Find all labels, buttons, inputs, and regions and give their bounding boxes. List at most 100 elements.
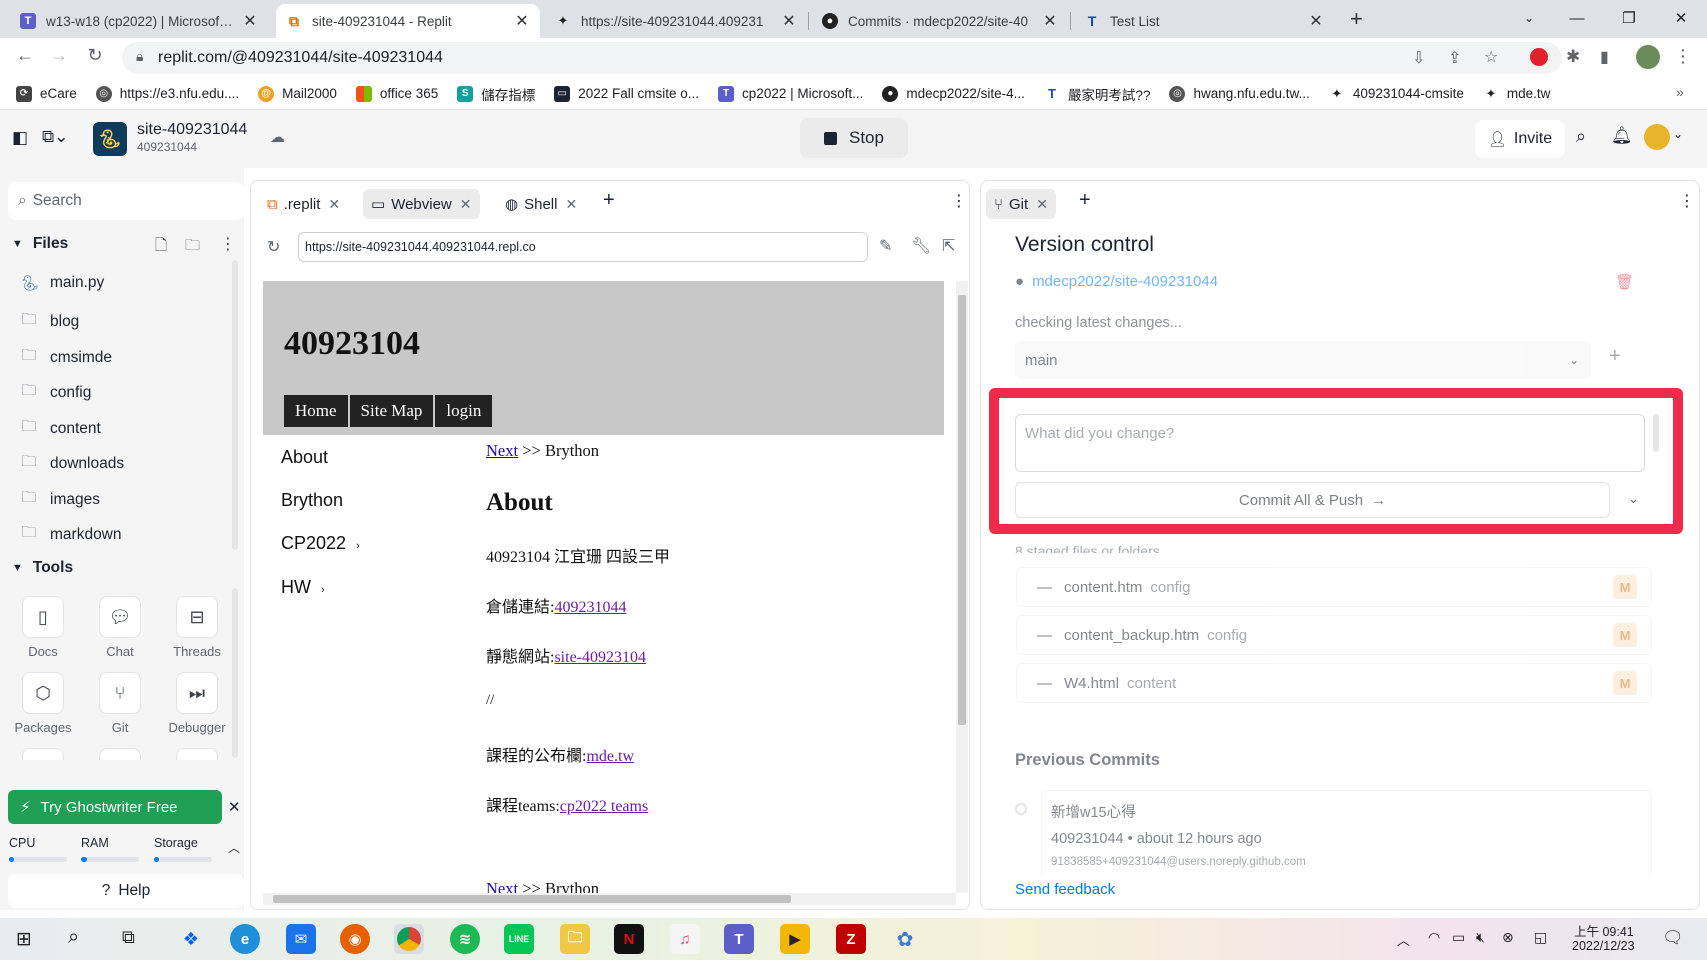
bookmark-item[interactable]: Tcp2022 | Microsoft... [718, 85, 863, 102]
repl-owner[interactable]: 409231044 [137, 140, 197, 154]
mail-icon[interactable]: ✉ [286, 924, 316, 954]
install-icon[interactable]: ⇩ [1412, 48, 1425, 68]
unstage-icon[interactable]: — [1037, 579, 1052, 596]
trash-icon[interactable]: 🗑︎ [1615, 273, 1634, 291]
commit-card[interactable]: 新增w15心得 409231044 • about 12 hours ago 9… [1041, 790, 1652, 876]
edge-icon[interactable]: e [230, 924, 260, 954]
browser-tab-github[interactable]: ● Commits · mdecp2022/site-40 ✕ [812, 4, 1068, 38]
bookmark-item[interactable]: ◎ hwang.nfu.edu.tw... [1169, 85, 1310, 102]
sidepanel-icon[interactable]: ▮ [1600, 47, 1609, 67]
tab-search-icon[interactable]: ⌄ [1506, 0, 1552, 36]
shell-tool-icon[interactable] [22, 748, 64, 760]
board-link[interactable]: mde.tw [586, 748, 634, 765]
horizontal-scrollbar[interactable] [263, 893, 956, 905]
search-icon[interactable]: ⌕ [1576, 126, 1586, 147]
send-feedback-link[interactable]: Send feedback [1015, 881, 1115, 898]
browser-tab-replit[interactable]: ⧉ site-409231044 - Replit ✕ [276, 4, 540, 38]
site-nav-sitemap[interactable]: Site Map [349, 395, 434, 427]
tool-packages[interactable]: ⬡ Packages [8, 672, 78, 735]
bookmark-item[interactable]: office 365 [355, 85, 438, 102]
bookmark-star-icon[interactable]: ☆ [1484, 47, 1498, 67]
stop-button[interactable]: Stop [800, 118, 908, 158]
battery-icon[interactable]: ▭ [1452, 929, 1465, 946]
teams-link[interactable]: cp2022 teams [560, 798, 648, 815]
commit-push-button[interactable]: Commit All & Push → [1015, 482, 1610, 518]
folder-item[interactable]: 🗀 cmsimde [20, 345, 112, 370]
static-site-link[interactable]: site-40923104 [554, 649, 646, 666]
new-folder-icon[interactable]: 🗀 [185, 235, 200, 260]
input-method-icon[interactable]: ◱ [1534, 929, 1547, 946]
add-tab-icon[interactable]: + [603, 189, 615, 212]
task-view-icon[interactable]: ⧉ [122, 927, 135, 948]
ghostwriter-button[interactable]: ⚡︎ Try Ghostwriter Free [8, 790, 222, 824]
more-options-icon[interactable]: ⋮ [951, 191, 967, 211]
close-icon[interactable]: ✕ [781, 11, 797, 31]
console-tool-icon[interactable] [99, 748, 141, 760]
tab-shell[interactable]: ◍ Shell ✕ [497, 189, 585, 219]
next-link[interactable]: Next [486, 879, 518, 893]
more-bookmarks-icon[interactable]: » [1676, 84, 1684, 100]
close-icon[interactable]: ✕ [460, 196, 472, 213]
chevron-down-icon[interactable]: ⌄ [1673, 127, 1683, 141]
devtools-icon[interactable]: 🔧︎ [911, 236, 931, 256]
bookmark-item[interactable]: S 儲存指標 [457, 84, 535, 104]
url-bar[interactable]: 🔒︎ replit.com/@409231044/site-409231044 … [122, 42, 1562, 74]
help-button[interactable]: ? Help [8, 874, 244, 908]
wifi-icon[interactable]: ◠ [1428, 929, 1440, 946]
bookmark-item[interactable]: ⟳ eCare [16, 85, 77, 102]
chevron-up-icon[interactable]: ︿ [228, 839, 240, 856]
close-icon[interactable]: ✕ [328, 196, 340, 213]
new-tab-button[interactable]: + [1350, 6, 1363, 32]
files-section-header[interactable]: ▼ Files [12, 235, 68, 253]
bookmark-item[interactable]: ✦ mde.tw [1482, 85, 1550, 102]
chrome-menu-icon[interactable]: ⋮ [1674, 46, 1692, 67]
dropbox-icon[interactable]: ❖ [176, 924, 206, 954]
search-icon[interactable]: ⌕ [68, 926, 79, 949]
repl-name[interactable]: site-409231044 [137, 121, 247, 139]
filezilla-icon[interactable]: Z [836, 924, 866, 954]
branch-select[interactable]: main ⌄ [1015, 341, 1591, 379]
commit-message-input[interactable]: What did you change? [1015, 414, 1645, 472]
minimize-icon[interactable]: — [1554, 0, 1600, 36]
folder-item[interactable]: 🗀 blog [20, 309, 79, 334]
staged-file-row[interactable]: — W4.html content M [1016, 663, 1652, 703]
site-menu-cp2022[interactable]: CP2022 › [281, 533, 360, 554]
media-player-icon[interactable]: ▶ [780, 924, 810, 954]
volume-muted-icon[interactable]: 🔇︎ [1476, 929, 1485, 946]
more-options-icon[interactable]: ⋮ [220, 234, 236, 254]
sidebar-toggle-icon[interactable]: ◧ [12, 128, 28, 148]
forward-icon[interactable]: → [44, 45, 74, 66]
next-link[interactable]: Next [486, 441, 518, 460]
maximize-icon[interactable]: ❐ [1606, 0, 1652, 36]
close-icon[interactable]: ✕ [1308, 11, 1324, 31]
tool-git[interactable]: ⑂ Git [85, 672, 155, 735]
netflix-icon[interactable]: N [614, 924, 644, 954]
site-nav-home[interactable]: Home [284, 395, 348, 427]
replit-logo-icon[interactable]: ⧉⌄ [42, 127, 68, 147]
staged-file-row[interactable]: — content.htm config M [1016, 567, 1652, 607]
file-explorer-icon[interactable]: 🗀 [560, 924, 590, 954]
line-icon[interactable]: LINE [504, 924, 534, 954]
firefox-icon[interactable]: ◉ [340, 924, 370, 954]
profile-avatar[interactable] [1636, 45, 1660, 69]
bookmark-item[interactable]: ✦ 409231044-cmsite [1328, 85, 1464, 102]
folder-item[interactable]: 🗀 config [20, 380, 91, 405]
tab-webview[interactable]: ▭ Webview ✕ [363, 189, 480, 219]
scrollbar[interactable] [1653, 414, 1659, 452]
avatar[interactable] [1644, 124, 1670, 150]
tool-debugger[interactable]: ⏭ Debugger [162, 672, 232, 735]
itunes-icon[interactable]: ♫ [670, 924, 700, 954]
clock-date[interactable]: 2022/12/23 [1572, 939, 1635, 953]
notifications-icon[interactable]: 🗨︎ [1662, 928, 1684, 948]
search-input[interactable]: ⌕ Search [8, 182, 244, 220]
staged-file-row[interactable]: — content_backup.htm config M [1016, 615, 1652, 655]
repo-link-row[interactable]: ● mdecp2022/site-409231044 [1015, 273, 1218, 290]
clock-time[interactable]: 上午 09:41 [1574, 921, 1634, 940]
bookmark-item[interactable]: @ Mail2000 [258, 85, 337, 102]
status-icon[interactable]: ⊗ [1502, 929, 1514, 946]
tool-threads[interactable]: ⊟ Threads [162, 596, 232, 659]
site-menu-brython[interactable]: Brython [281, 490, 343, 511]
windows-start-icon[interactable]: ⊞ [16, 928, 32, 951]
site-menu-about[interactable]: About [281, 447, 328, 468]
extensions-icon[interactable]: ✱ [1566, 47, 1580, 67]
